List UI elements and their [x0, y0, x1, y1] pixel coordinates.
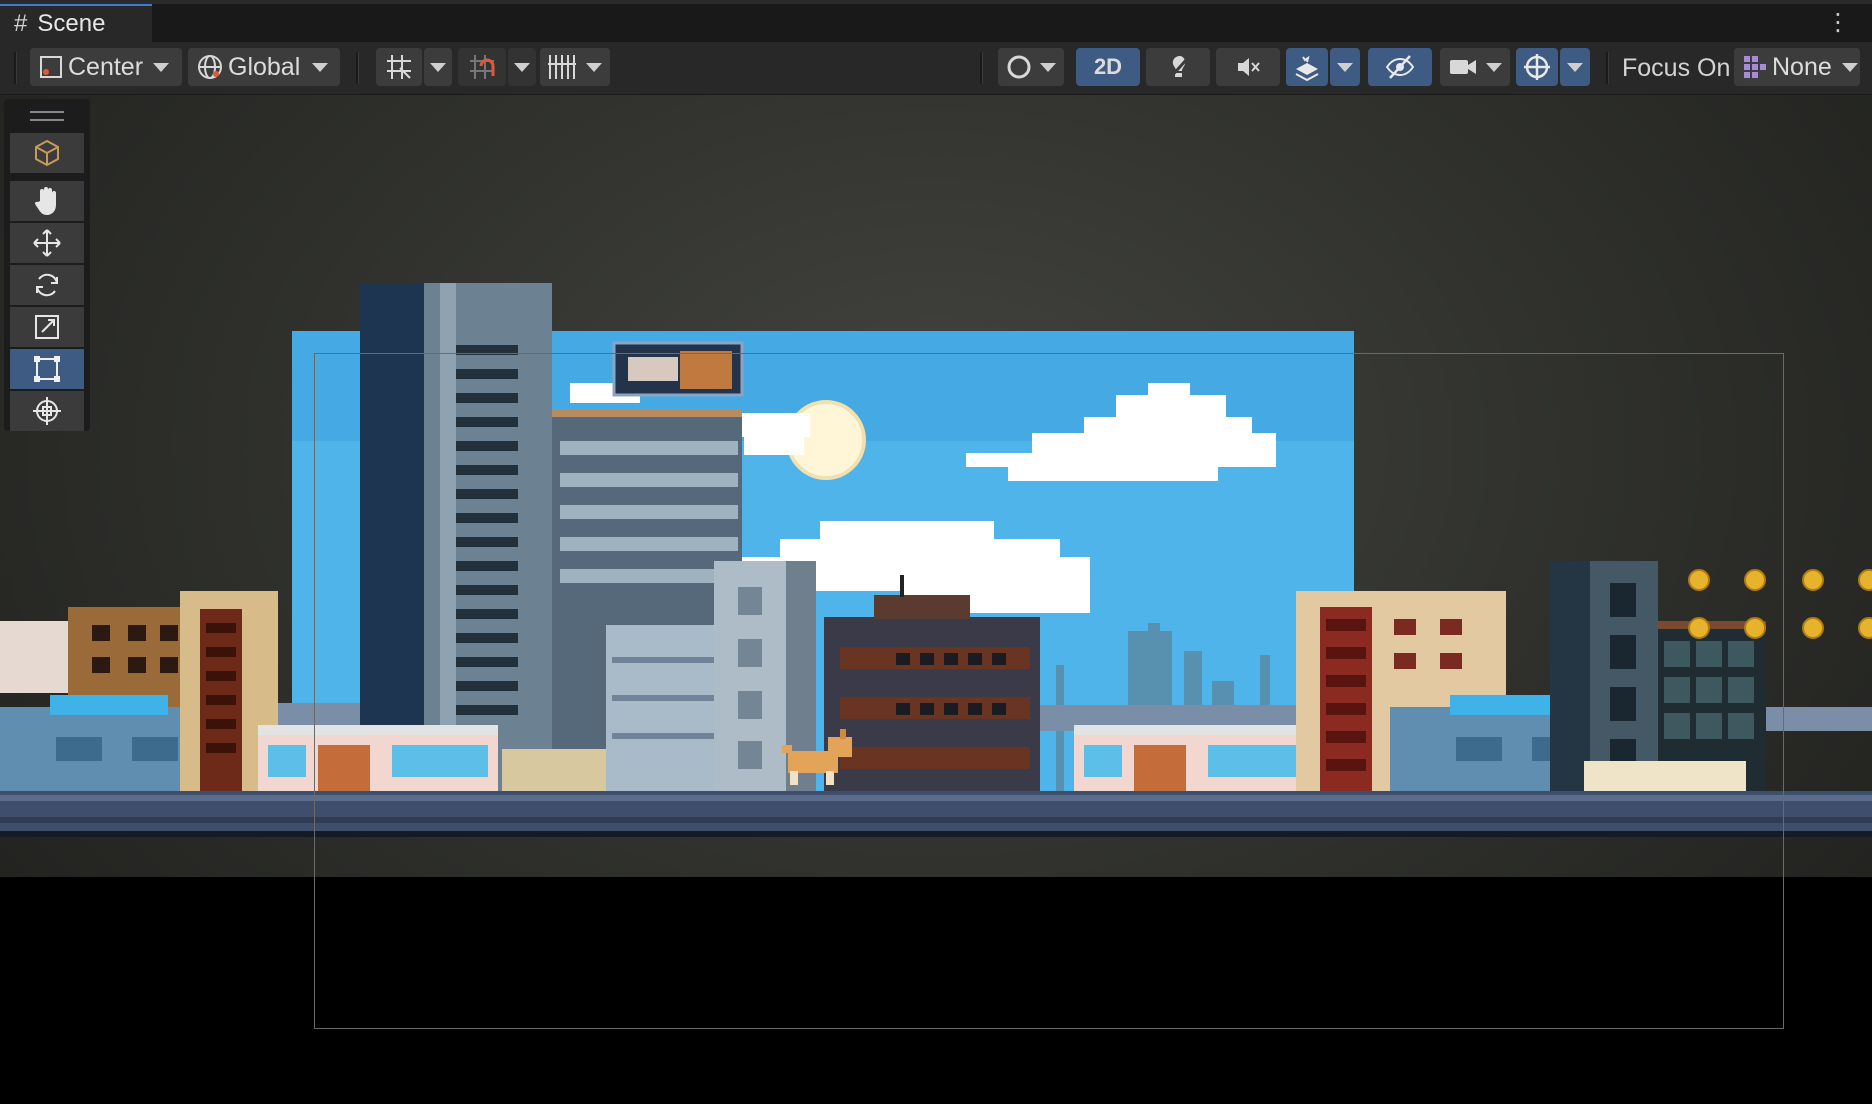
cube-icon [35, 139, 59, 167]
toolbar-grip[interactable] [14, 52, 17, 84]
gizmo-icon [1524, 54, 1550, 80]
move-arrows-icon [33, 229, 61, 257]
gizmos-dropdown[interactable] [1560, 48, 1590, 86]
toolbar-separator [356, 52, 359, 84]
chevron-down-icon [1040, 62, 1056, 72]
grid-snapping-button[interactable] [376, 48, 422, 86]
scale-tool[interactable] [10, 307, 84, 347]
globe-icon [198, 55, 222, 79]
chevron-down-icon [153, 62, 170, 72]
hand-icon [34, 187, 56, 215]
draw-mode-dropdown[interactable] [998, 48, 1064, 86]
overlay-cube-button[interactable] [10, 133, 84, 173]
chevron-down-icon [586, 62, 602, 72]
focus-on-value: None [1772, 52, 1832, 81]
focus-on-dropdown[interactable]: None [1734, 48, 1860, 86]
rect-transform-icon [34, 356, 60, 382]
toggle-2d-button[interactable]: 2D [1076, 48, 1140, 86]
chevron-down-icon [1337, 62, 1353, 72]
grid-visibility-icon [548, 55, 576, 79]
toolbar-separator [980, 52, 983, 84]
rotate-tool[interactable] [10, 265, 84, 305]
view-tool[interactable] [10, 181, 84, 221]
layers-grid-icon [1744, 56, 1766, 78]
shaded-sphere-icon [1007, 55, 1031, 79]
rect-tool[interactable] [10, 349, 84, 389]
camera-settings-dropdown[interactable] [1440, 48, 1510, 86]
scene-grid-icon: # [14, 10, 28, 37]
camera-icon [1450, 60, 1476, 74]
audio-toggle[interactable] [1216, 48, 1280, 86]
scene-viewport[interactable] [0, 95, 1872, 1104]
scene-visibility-toggle[interactable] [1368, 48, 1432, 86]
effects-layers-icon [1295, 55, 1319, 81]
pivot-rotation-label: Global [228, 52, 301, 81]
chevron-down-icon [1841, 62, 1858, 72]
rotate-icon [36, 273, 58, 297]
scale-icon [35, 315, 59, 339]
effects-dropdown[interactable] [1330, 48, 1360, 86]
scene-toolbar: Center Global 2D Focus On None [0, 42, 1872, 95]
camera-bounds-frame [314, 353, 1784, 1029]
incremental-snap-icon [470, 55, 495, 79]
toggle-2d-label: 2D [1093, 54, 1123, 79]
chevron-down-icon [1486, 62, 1502, 72]
hidden-eye-icon [1385, 55, 1415, 79]
grid-snap-icon [387, 55, 411, 79]
pivot-mode-label: Center [68, 52, 144, 81]
grid-snapping-dropdown[interactable] [424, 48, 452, 86]
effects-toggle[interactable] [1286, 48, 1328, 86]
pivot-rotation-dropdown[interactable]: Global [188, 48, 340, 86]
pivot-center-icon [40, 56, 62, 78]
coin [1802, 617, 1824, 639]
lighting-toggle[interactable] [1146, 48, 1210, 86]
chevron-down-icon [1567, 62, 1583, 72]
lightbulb-icon [1167, 56, 1189, 81]
tools-overlay [4, 99, 90, 431]
transform-icon [33, 397, 61, 425]
toolbar-separator [1606, 52, 1609, 84]
tab-bar: # Scene ⋮ [0, 0, 1872, 42]
gizmos-toggle[interactable] [1516, 48, 1558, 86]
more-options-icon[interactable]: ⋮ [1826, 11, 1850, 35]
transform-tool[interactable] [10, 391, 84, 431]
overlay-drag-handle[interactable] [30, 111, 64, 121]
move-tool[interactable] [10, 223, 84, 263]
audio-muted-icon [1238, 58, 1260, 76]
coin [1802, 569, 1824, 591]
incremental-snap-button[interactable] [458, 48, 506, 86]
tab-scene[interactable]: # Scene [0, 4, 152, 42]
focus-on-label: Focus On [1622, 54, 1731, 82]
chevron-down-icon [430, 62, 446, 72]
tab-scene-label: Scene [37, 10, 106, 37]
incremental-snap-dropdown[interactable] [508, 48, 536, 86]
chevron-down-icon [514, 62, 530, 72]
chevron-down-icon [312, 62, 329, 72]
pivot-mode-dropdown[interactable]: Center [30, 48, 182, 86]
grid-visibility-dropdown[interactable] [540, 48, 610, 86]
